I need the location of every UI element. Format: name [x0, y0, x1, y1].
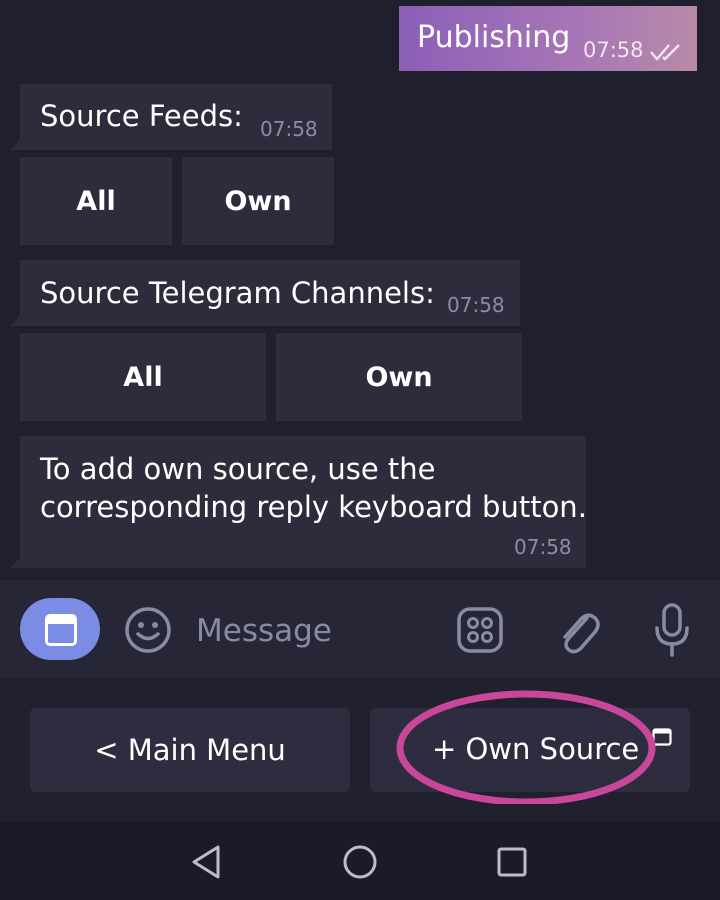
main-menu-button[interactable]: < Main Menu: [30, 708, 350, 792]
channels-own-button[interactable]: Own: [276, 333, 522, 421]
mic-icon[interactable]: [652, 602, 692, 658]
keyboard-toggle-button[interactable]: [20, 598, 100, 660]
message-source-channels[interactable]: Source Telegram Channels: 07:58: [20, 260, 520, 326]
back-nav-icon[interactable]: [190, 844, 224, 880]
message-time: 07:58: [447, 293, 505, 317]
feeds-all-button[interactable]: All: [20, 157, 172, 245]
home-nav-icon[interactable]: [342, 844, 378, 880]
outgoing-message[interactable]: Publishing 07:58: [399, 6, 697, 71]
reply-keyboard: < Main Menu + Own Source: [0, 678, 720, 822]
outgoing-message-time: 07:58: [583, 38, 644, 62]
read-ticks-icon: [650, 44, 680, 61]
chat-area: Publishing 07:58 Source Feeds: 07:58 All…: [0, 0, 720, 580]
message-source-feeds[interactable]: Source Feeds: 07:58: [20, 84, 332, 150]
channels-all-button[interactable]: All: [20, 333, 266, 421]
message-text-line-1: To add own source, use the: [40, 452, 436, 486]
recents-nav-icon[interactable]: [496, 846, 528, 878]
emoji-icon[interactable]: [123, 605, 173, 655]
outgoing-message-text: Publishing: [417, 20, 571, 55]
message-time: 07:58: [260, 117, 318, 141]
keyboard-toggle-icon: [45, 614, 77, 646]
feeds-own-button[interactable]: Own: [182, 157, 334, 245]
sticker-icon[interactable]: [456, 606, 504, 654]
message-text: Source Telegram Channels:: [40, 276, 435, 310]
message-input-bar: [0, 580, 720, 678]
message-add-own-source[interactable]: To add own source, use the corresponding…: [20, 436, 587, 568]
system-navigation-bar: [0, 822, 720, 900]
message-input[interactable]: [194, 608, 438, 654]
attach-icon[interactable]: [553, 604, 601, 656]
message-text-line-2: corresponding reply keyboard button.: [40, 490, 587, 524]
highlight-circle-annotation: [396, 690, 656, 804]
message-time: 07:58: [514, 535, 572, 559]
message-text: Source Feeds:: [40, 99, 243, 133]
